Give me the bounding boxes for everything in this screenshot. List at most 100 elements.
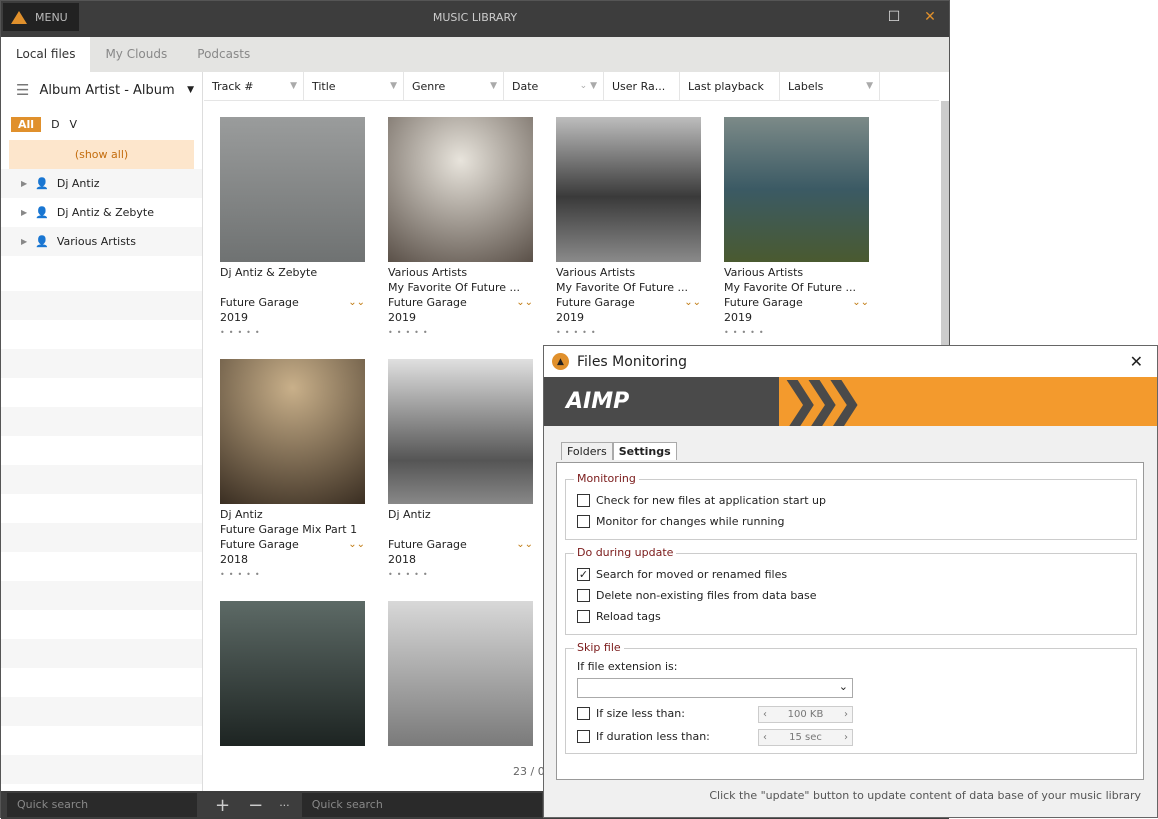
album-tile[interactable]	[388, 601, 533, 749]
tree-item[interactable]: ▶ 👤 Various Artists	[1, 227, 202, 256]
album-year: 2019	[388, 311, 416, 324]
album-art[interactable]	[388, 117, 533, 262]
scrollbar[interactable]	[941, 101, 949, 346]
quick-search-input[interactable]: Quick search	[301, 793, 542, 817]
album-year: 2018	[388, 553, 416, 566]
album-artist: Dj Antiz & Zebyte	[220, 266, 318, 279]
rating-dots[interactable]: •••••	[388, 325, 533, 340]
status-count: 23 / 0	[513, 765, 545, 778]
tab-podcasts[interactable]: Podcasts	[182, 37, 265, 72]
column-date[interactable]: Date ⌄ ▼	[504, 72, 604, 100]
check-running[interactable]: Monitor for changes while running	[577, 515, 784, 528]
letter-all[interactable]: All	[11, 116, 42, 132]
album-art[interactable]	[220, 359, 365, 504]
checkbox[interactable]	[577, 610, 590, 623]
maximize-button[interactable]: ☐	[877, 3, 911, 31]
album-art[interactable]	[556, 117, 701, 262]
tree-item[interactable]: ▶ 👤 Dj Antiz & Zebyte	[1, 198, 202, 227]
album-tile[interactable]: Various Artists My Favorite Of Future ...…	[388, 117, 533, 340]
album-tile[interactable]: Various Artists My Favorite Of Future ...…	[556, 117, 701, 340]
column-genre[interactable]: Genre ▼	[404, 72, 504, 100]
column-user-rating[interactable]: User Ra...	[604, 72, 680, 100]
duration-spinner[interactable]: ‹ 15 sec ›	[758, 729, 853, 746]
album-tile[interactable]: Various Artists My Favorite Of Future ...…	[724, 117, 869, 340]
filter-icon: ▼	[290, 81, 297, 91]
column-last-playback[interactable]: Last playback	[680, 72, 780, 100]
album-title	[388, 522, 533, 537]
expand-chevron-icon[interactable]: ⌄⌄	[852, 295, 869, 310]
rating-dots[interactable]: •••••	[724, 325, 869, 340]
expand-arrow-icon[interactable]: ▶	[21, 237, 27, 246]
close-button[interactable]: ✕	[913, 3, 947, 31]
extension-select[interactable]: ⌄	[577, 678, 853, 698]
album-genre: Future Garage	[388, 538, 467, 551]
dropdown-arrow-icon[interactable]: ▼	[187, 85, 194, 95]
hamburger-icon[interactable]: ☰	[16, 81, 29, 99]
column-labels[interactable]: Labels ▼	[780, 72, 880, 100]
tab-folders[interactable]: Folders	[561, 442, 613, 460]
album-year: 2019	[220, 311, 248, 324]
expand-chevron-icon[interactable]: ⌄⌄	[348, 537, 365, 552]
column-title[interactable]: Title ▼	[304, 72, 404, 100]
check-duration[interactable]: If duration less than:	[577, 730, 710, 743]
check-moved[interactable]: ✓ Search for moved or renamed files	[577, 568, 787, 581]
rating-dots[interactable]: •••••	[220, 325, 365, 340]
rating-dots[interactable]: •••••	[556, 325, 701, 340]
album-tile[interactable]: Dj Antiz Future Garage Mix Part 1 Future G…	[220, 359, 365, 582]
check-delete[interactable]: Delete non-existing files from data base	[577, 589, 817, 602]
album-art[interactable]	[724, 117, 869, 262]
expand-arrow-icon[interactable]: ▶	[21, 179, 27, 188]
source-tabs: Local files My Clouds Podcasts	[1, 37, 949, 72]
title-bar: MENU MUSIC LIBRARY ☐ ✕	[1, 1, 949, 37]
album-artist: Various Artists	[388, 266, 468, 279]
check-size[interactable]: If size less than:	[577, 707, 685, 720]
update-group: Do during update ✓ Search for moved or re…	[565, 546, 1137, 635]
size-spinner[interactable]: ‹ 100 KB ›	[758, 706, 853, 723]
column-track[interactable]: Track # ▼	[204, 72, 304, 100]
more-icon[interactable]: ···	[279, 799, 290, 812]
letter-v[interactable]: V	[70, 118, 78, 131]
group-legend: Do during update	[574, 546, 677, 559]
album-genre: Future Garage	[724, 296, 803, 309]
tree-item-label: Various Artists	[56, 235, 136, 248]
expand-chevron-icon[interactable]: ⌄⌄	[684, 295, 701, 310]
album-genre-row: Future Garage ⌄⌄	[724, 295, 869, 310]
tab-local-files[interactable]: Local files	[1, 37, 91, 72]
checkbox[interactable]	[577, 515, 590, 528]
check-reload[interactable]: Reload tags	[577, 610, 661, 623]
check-startup[interactable]: Check for new files at application start…	[577, 494, 826, 507]
album-art[interactable]	[220, 117, 365, 262]
rating-dots[interactable]: •••••	[220, 567, 365, 582]
remove-icon[interactable]: −	[248, 795, 263, 816]
aimp-logo-text: AIMP	[566, 389, 630, 414]
sidebar-quick-search[interactable]: Quick search	[7, 793, 197, 817]
expand-chevron-icon[interactable]: ⌄⌄	[516, 295, 533, 310]
tree-item-label: Dj Antiz & Zebyte	[56, 206, 154, 219]
tab-my-clouds[interactable]: My Clouds	[90, 37, 182, 72]
tree-item[interactable]: ▶ 👤 Dj Antiz	[1, 169, 202, 198]
checkbox[interactable]	[577, 730, 590, 743]
checkbox[interactable]	[577, 494, 590, 507]
checkbox[interactable]	[577, 707, 590, 720]
album-tile[interactable]: Dj Antiz & Zebyte Future Garage ⌄⌄ 2019 ••••…	[220, 117, 365, 340]
letter-d[interactable]: D	[51, 118, 59, 131]
album-art[interactable]	[388, 359, 533, 504]
album-tile[interactable]: Dj Antiz Future Garage ⌄⌄ 2018 •••••	[388, 359, 533, 582]
add-icon[interactable]: +	[215, 795, 230, 816]
expand-arrow-icon[interactable]: ▶	[21, 208, 27, 217]
tab-settings[interactable]: Settings	[612, 442, 677, 460]
sidebar: ☰ Album Artist - Album ▼ All D V (show all…	[1, 72, 203, 791]
tree-item-show-all[interactable]: (show all)	[9, 140, 194, 169]
grouping-selector[interactable]: ☰ Album Artist - Album ▼	[1, 72, 202, 108]
expand-chevron-icon[interactable]: ⌄⌄	[348, 295, 365, 310]
artist-icon: 👤	[35, 177, 49, 190]
album-art[interactable]	[388, 601, 533, 746]
rating-dots[interactable]: •••••	[388, 567, 533, 582]
album-tile[interactable]	[220, 601, 365, 749]
close-icon[interactable]: ✕	[1130, 352, 1143, 371]
album-art[interactable]	[220, 601, 365, 746]
checkbox[interactable]	[577, 589, 590, 602]
filter-icon: ▼	[490, 81, 497, 91]
checkbox-checked[interactable]: ✓	[577, 568, 590, 581]
expand-chevron-icon[interactable]: ⌄⌄	[516, 537, 533, 552]
